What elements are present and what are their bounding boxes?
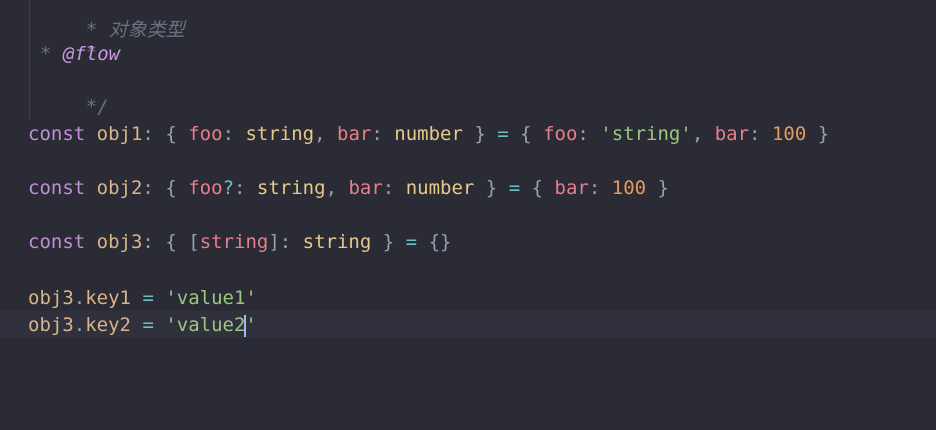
number-literal: 100	[611, 177, 647, 199]
comment-text: */	[85, 96, 109, 118]
code-line-key2: obj3.key2 = 'value2'	[28, 314, 257, 337]
optional-marker: ?	[222, 177, 235, 199]
identifier: obj3	[28, 287, 74, 309]
property: foo	[188, 177, 223, 199]
identifier: obj3	[96, 231, 143, 253]
type: number	[394, 123, 463, 145]
identifier: obj3	[28, 314, 74, 336]
keyword: const	[28, 231, 86, 253]
indexer-type: string	[199, 231, 269, 253]
property: bar	[554, 177, 589, 199]
code-line-obj2: const obj2: { foo?: string, bar: number …	[28, 177, 669, 199]
comment-line-4: */	[40, 68, 109, 118]
comment-text: * 对象类型	[85, 19, 185, 41]
string-literal: 'value2	[165, 314, 246, 336]
property: bar	[348, 177, 383, 199]
identifier: obj1	[96, 123, 143, 145]
property: bar	[714, 123, 750, 145]
keyword: const	[28, 177, 86, 199]
comment-line-3: * @flow	[40, 41, 120, 67]
empty-object: {}	[428, 231, 452, 253]
type: string	[256, 177, 326, 199]
property: foo	[543, 123, 578, 145]
identifier: obj2	[96, 177, 143, 199]
property: foo	[188, 123, 223, 145]
comment-star: *	[40, 43, 63, 65]
string-literal: 'value1'	[165, 287, 257, 309]
comment-line-2: *	[40, 14, 97, 64]
property: key2	[85, 314, 131, 336]
keyword: const	[28, 123, 86, 145]
code-line-key1: obj3.key1 = 'value1'	[28, 287, 257, 309]
code-line-obj1: const obj1: { foo: string, bar: number }…	[28, 123, 830, 145]
code-editor[interactable]: * 对象类型 * * @flow */ const obj1: { foo: s…	[0, 0, 936, 430]
type: string	[302, 231, 372, 253]
property: bar	[337, 123, 372, 145]
string-literal-end: '	[245, 314, 257, 336]
type: number	[405, 177, 475, 199]
string-literal: 'string'	[600, 123, 692, 145]
number-literal: 100	[771, 123, 807, 145]
flow-annotation: @flow	[62, 43, 121, 65]
code-line-obj3: const obj3: { [string]: string } = {}	[28, 231, 452, 253]
indent-guide	[29, 0, 30, 120]
type: string	[245, 123, 315, 145]
property: key1	[85, 287, 131, 309]
